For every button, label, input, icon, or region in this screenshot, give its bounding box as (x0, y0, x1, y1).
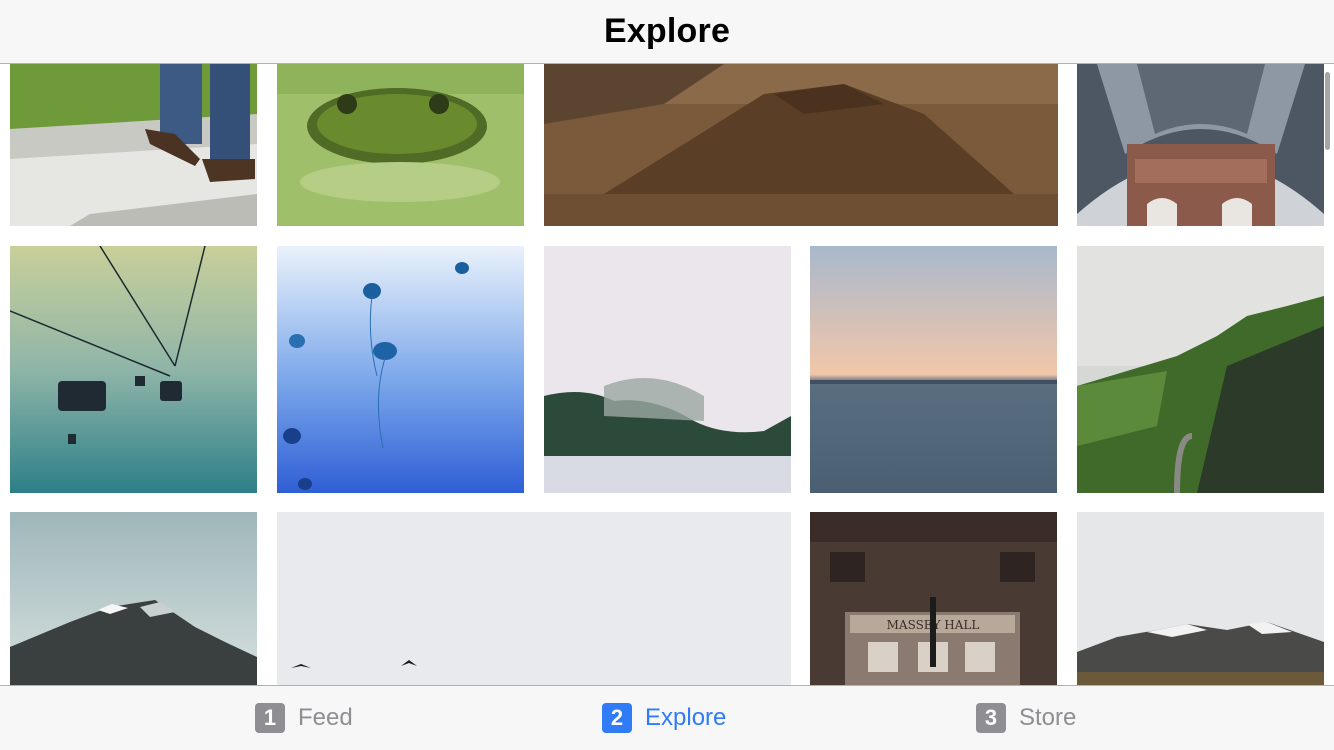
navigation-bar: Explore (0, 0, 1334, 64)
photo-tile-jellyfish[interactable] (277, 246, 524, 493)
photo-grid[interactable]: MASSEY HALL (0, 64, 1334, 685)
tab-explore-label: Explore (645, 704, 727, 731)
photo-tile-massey-hall[interactable]: MASSEY HALL (810, 512, 1057, 685)
tab-store-label: Store (1019, 704, 1077, 731)
photo-tile-cloudy-peaks[interactable] (1077, 512, 1324, 685)
scroll-indicator[interactable] (1325, 72, 1330, 150)
tab-store[interactable]: 3 Store (976, 686, 1076, 750)
photo-tile-walking-person[interactable] (10, 64, 257, 226)
photo-tile-snowy-mountain[interactable] (10, 512, 257, 685)
photo-tile-green-cliffs[interactable] (1077, 246, 1324, 493)
tab-bar: 1 Feed 2 Explore 3 Store (0, 685, 1334, 750)
photo-tile-cable-car[interactable] (10, 246, 257, 493)
tab-feed-label: Feed (298, 704, 353, 731)
tab-store-number-icon: 3 (976, 703, 1006, 733)
photo-tile-domed-building[interactable] (1077, 64, 1324, 226)
photo-tile-frog-in-duckweed[interactable] (277, 64, 524, 226)
tab-explore-number-icon: 2 (602, 703, 632, 733)
tab-feed[interactable]: 1 Feed (255, 686, 353, 750)
photo-tile-birds-in-fog[interactable] (277, 512, 791, 685)
tab-explore[interactable]: 2 Explore (602, 686, 726, 750)
photo-tile-sea-horizon[interactable] (810, 246, 1057, 493)
photo-tile-volcano[interactable] (544, 64, 1058, 226)
photo-tile-misty-lake[interactable] (544, 246, 791, 493)
page-title: Explore (603, 12, 731, 50)
tab-feed-number-icon: 1 (255, 703, 285, 733)
